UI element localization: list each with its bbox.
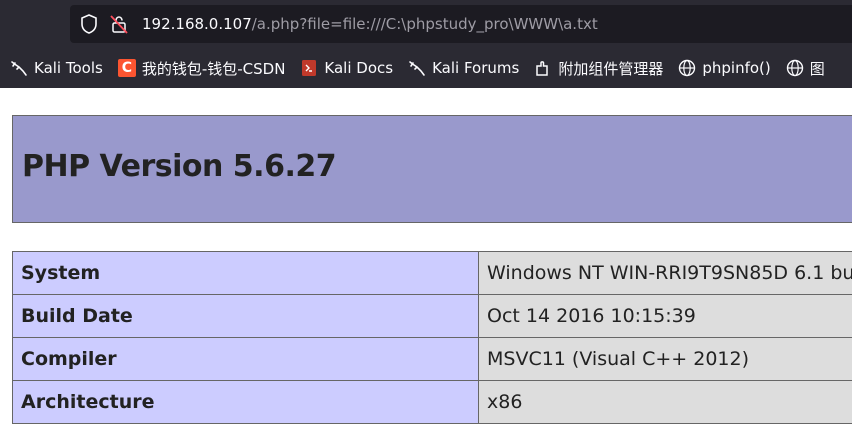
address-bar[interactable]: 192.168.0.107/a.php?file=file:///C:\phps… [70,5,852,43]
page-content: PHP Version 5.6.27 System Windows NT WIN… [0,88,852,410]
info-table: System Windows NT WIN-RRI9T9SN85D 6.1 bu… [12,251,852,424]
bookmark-kali-tools[interactable]: Kali Tools [10,59,103,77]
bookmark-label: phpinfo() [702,59,770,77]
row-key: Build Date [13,295,479,338]
bookmark-label: 附加组件管理器 [558,58,663,79]
row-value: MSVC11 (Visual C++ 2012) [479,338,852,381]
row-value: Windows NT WIN-RRI9T9SN85D 6.1 bui [479,252,852,295]
kali-dragon-icon [408,59,426,77]
bookmark-label: Kali Forums [432,59,519,77]
csdn-icon: C [118,59,136,77]
bookmark-kali-forums[interactable]: Kali Forums [408,59,519,77]
browser-chrome: 192.168.0.107/a.php?file=file:///C:\phps… [0,0,852,88]
url-text[interactable]: 192.168.0.107/a.php?file=file:///C:\phps… [142,15,598,33]
bookmark-label: Kali Tools [34,59,103,77]
url-path: /a.php?file=file:///C:\phpstudy_pro\WWW\… [252,15,598,33]
puzzle-icon [534,59,552,77]
table-row: Architecture x86 [13,381,852,424]
bookmark-csdn[interactable]: C 我的钱包-钱包-CSDN [118,58,286,79]
row-key: System [13,252,479,295]
page-title: PHP Version 5.6.27 [22,149,336,184]
kali-docs-icon [300,59,318,77]
php-version-header: PHP Version 5.6.27 [12,115,852,223]
shield-icon[interactable] [76,11,102,37]
globe-icon [678,59,696,77]
row-key: Compiler [13,338,479,381]
row-value: x86 [479,381,852,424]
bookmark-phpinfo[interactable]: phpinfo() [678,59,770,77]
row-key: Architecture [13,381,479,424]
bookmark-kali-docs[interactable]: Kali Docs [300,59,393,77]
table-row: System Windows NT WIN-RRI9T9SN85D 6.1 bu… [13,252,852,295]
bookmark-label: 图 [810,58,825,79]
kali-dragon-icon [10,59,28,77]
bookmark-addons-manager[interactable]: 附加组件管理器 [534,58,663,79]
url-host: 192.168.0.107 [142,15,252,33]
bookmark-label: 我的钱包-钱包-CSDN [142,58,286,79]
insecure-lock-icon[interactable] [106,11,132,37]
globe-icon [786,59,804,77]
bookmark-other[interactable]: 图 [786,58,825,79]
table-row: Compiler MSVC11 (Visual C++ 2012) [13,338,852,381]
bookmarks-toolbar: Kali Tools C 我的钱包-钱包-CSDN Kali Docs Kali… [0,52,852,84]
bookmark-label: Kali Docs [324,59,393,77]
row-value: Oct 14 2016 10:15:39 [479,295,852,338]
table-row: Build Date Oct 14 2016 10:15:39 [13,295,852,338]
